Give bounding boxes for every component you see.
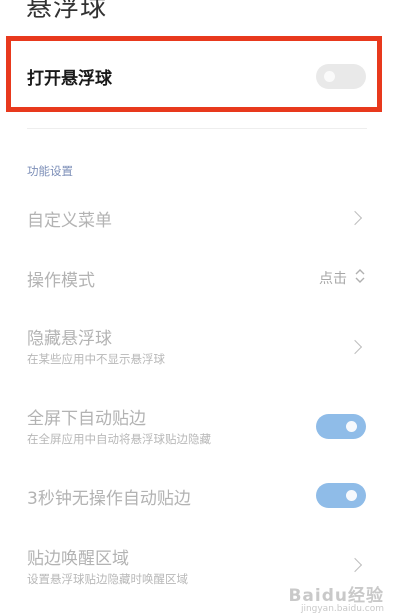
hide-floating-ball-label: 隐藏悬浮球 [27,329,112,349]
open-floating-ball-label: 打开悬浮球 [27,69,112,89]
fullscreen-auto-edge-label: 全屏下自动贴边 [27,409,146,429]
toggle-knob [346,490,357,501]
toggle-knob [346,421,357,432]
chevron-right-icon [347,210,363,226]
watermark-logo: Baidu经验 [288,586,384,606]
idle-auto-edge-label: 3秒钟无操作自动贴边 [27,489,191,509]
operation-mode-label: 操作模式 [27,271,95,291]
edge-wake-area-subtitle: 设置悬浮球贴边隐藏时唤醒区域 [27,572,188,586]
hide-floating-ball-subtitle: 在某些应用中不显示悬浮球 [27,352,165,366]
hide-floating-ball-row[interactable]: 隐藏悬浮球 在某些应用中不显示悬浮球 [0,320,402,376]
up-down-chevron-icon [355,269,365,283]
fullscreen-auto-edge-row[interactable]: 全屏下自动贴边 在全屏应用中自动将悬浮球贴边隐藏 [0,400,402,456]
divider [27,128,367,129]
fullscreen-auto-edge-subtitle: 在全屏应用中自动将悬浮球贴边隐藏 [27,432,211,446]
watermark: Baidu经验 jingyan.baidu.com [288,581,384,614]
open-floating-ball-toggle[interactable] [316,64,366,89]
idle-auto-edge-row[interactable]: 3秒钟无操作自动贴边 [0,473,402,517]
chevron-right-icon [347,557,363,573]
watermark-url: jingyan.baidu.com [300,604,384,614]
custom-menu-label: 自定义菜单 [27,211,112,231]
fullscreen-auto-edge-toggle[interactable] [316,414,366,439]
idle-auto-edge-toggle[interactable] [316,483,366,508]
toggle-knob [324,71,335,82]
custom-menu-row[interactable]: 自定义菜单 [0,195,402,239]
operation-mode-value: 点击 [319,271,347,287]
page-title: 悬浮球 [26,0,108,23]
section-header: 功能设置 [27,164,73,178]
operation-mode-row[interactable]: 操作模式 点击 [0,255,402,299]
chevron-right-icon [347,339,363,355]
edge-wake-area-label: 贴边唤醒区域 [27,549,129,569]
